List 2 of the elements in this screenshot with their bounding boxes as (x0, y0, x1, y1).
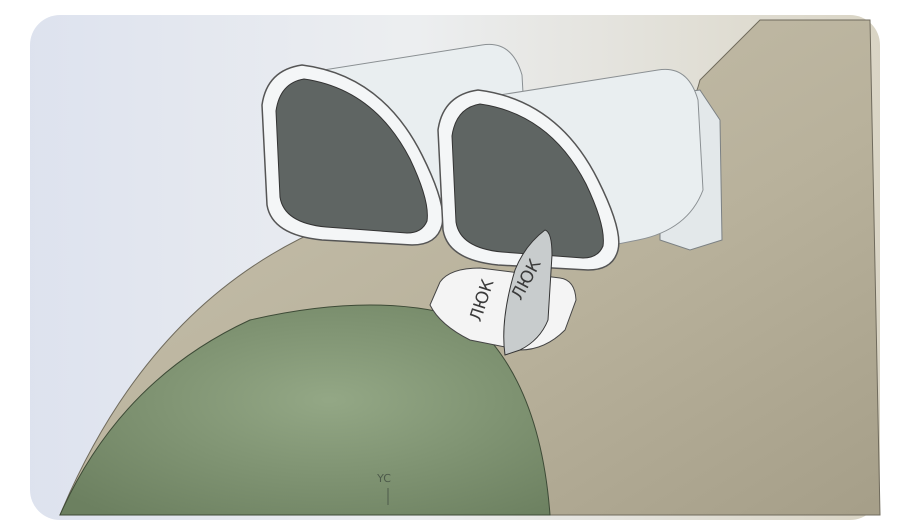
axis-label: YC (377, 472, 391, 485)
hatch-frame-label: ЛЮК (466, 276, 498, 324)
